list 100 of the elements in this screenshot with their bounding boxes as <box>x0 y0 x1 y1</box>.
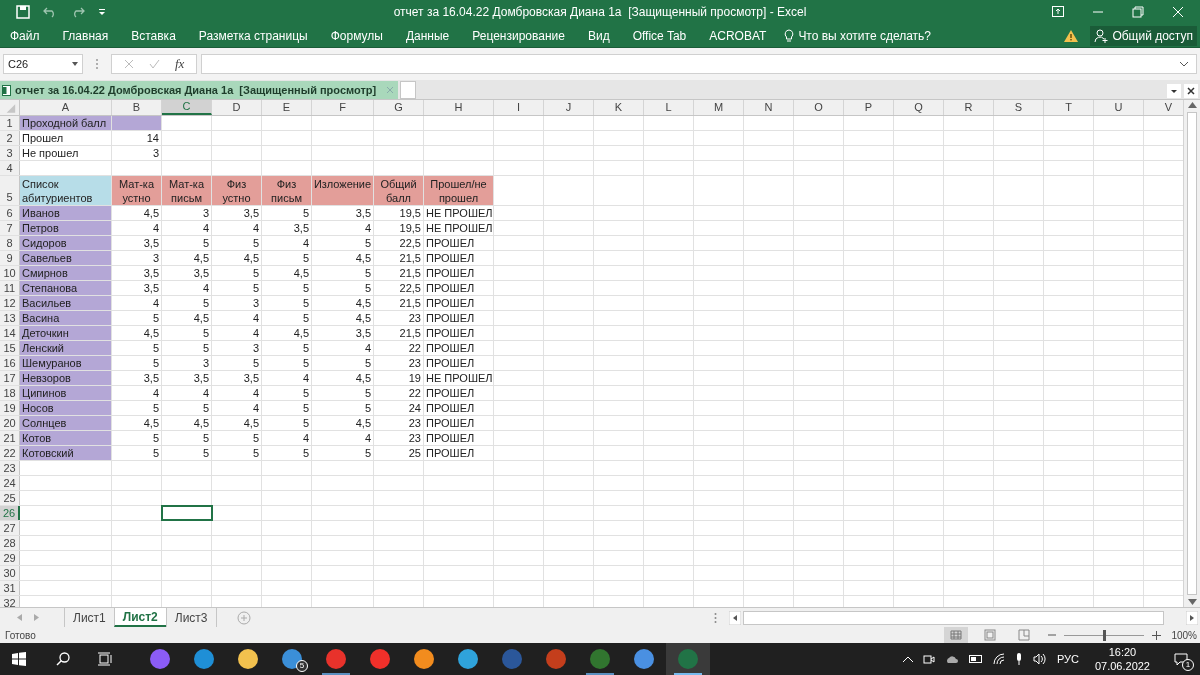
restore-icon[interactable] <box>1132 6 1144 18</box>
row-header[interactable]: 19 <box>0 401 20 415</box>
row-header[interactable]: 1 <box>0 116 20 130</box>
column-header[interactable]: C <box>162 100 212 115</box>
column-header[interactable]: F <box>312 100 374 115</box>
scrollbar-thumb[interactable] <box>1187 112 1197 595</box>
column-header[interactable]: P <box>844 100 894 115</box>
ribbon-tab[interactable]: Рецензирование <box>472 26 565 45</box>
insert-function-button[interactable]: fx <box>175 54 185 74</box>
row-header[interactable]: 29 <box>0 551 20 565</box>
scroll-right-icon[interactable] <box>1186 610 1198 625</box>
row-header[interactable]: 31 <box>0 581 20 595</box>
row-header[interactable]: 10 <box>0 266 20 280</box>
normal-view-icon[interactable] <box>944 627 969 643</box>
row-header[interactable]: 30 <box>0 566 20 580</box>
selected-cell[interactable] <box>162 506 212 520</box>
row-header[interactable]: 25 <box>0 491 20 505</box>
row-header[interactable]: 27 <box>0 521 20 535</box>
row-header[interactable]: 24 <box>0 476 20 490</box>
row-header[interactable]: 14 <box>0 326 20 340</box>
document-tab[interactable]: отчет за 16.04.22 Домбровская Диана 1а [Защищенный просмотр] <box>0 81 399 99</box>
column-header[interactable]: Q <box>894 100 944 115</box>
scrollbar-thumb[interactable] <box>743 610 1164 625</box>
row-header[interactable]: 20 <box>0 416 20 430</box>
clock-time[interactable]: 16:20 <box>1108 645 1137 659</box>
cloud-icon[interactable] <box>944 654 959 664</box>
ribbon-tab[interactable]: Вставка <box>131 26 176 45</box>
customize-icon[interactable] <box>98 8 106 16</box>
row-header[interactable]: 8 <box>0 236 20 250</box>
search-icon[interactable] <box>56 652 70 666</box>
column-header[interactable]: L <box>644 100 694 115</box>
column-header[interactable]: E <box>262 100 312 115</box>
row-header[interactable]: 21 <box>0 431 20 445</box>
row-header[interactable]: 4 <box>0 161 20 175</box>
row-header[interactable]: 28 <box>0 536 20 550</box>
clock-date[interactable]: 07.06.2022 <box>1094 659 1150 673</box>
dropdown-icon[interactable] <box>1167 84 1181 98</box>
row-header[interactable]: 22 <box>0 446 20 460</box>
ribbon-tab[interactable]: Формулы <box>330 26 383 45</box>
row-header[interactable]: 23 <box>0 461 20 475</box>
zoom-level[interactable]: 100% <box>1171 627 1200 643</box>
task-view-icon[interactable] <box>98 652 112 666</box>
row-header[interactable]: 17 <box>0 371 20 385</box>
row-header[interactable]: 26 <box>0 506 20 520</box>
column-header[interactable]: D <box>212 100 262 115</box>
wifi-icon[interactable] <box>992 653 1005 665</box>
ribbon-tab[interactable]: Главная <box>62 26 109 45</box>
notification-icon[interactable] <box>1174 652 1188 666</box>
share-button[interactable]: Общий доступ <box>1090 25 1197 46</box>
zoom-slider-thumb[interactable] <box>1103 629 1107 641</box>
row-header[interactable]: 15 <box>0 341 20 355</box>
ribbon-tab[interactable]: Разметка страницы <box>198 26 308 45</box>
row-header[interactable]: 12 <box>0 296 20 310</box>
chevron-up-icon[interactable] <box>902 656 913 662</box>
column-header[interactable]: U <box>1094 100 1144 115</box>
row-header[interactable]: 2 <box>0 131 20 145</box>
row-header[interactable]: 16 <box>0 356 20 370</box>
language-indicator[interactable]: РУС <box>1056 650 1079 668</box>
windows-start-icon[interactable] <box>12 652 26 666</box>
name-box[interactable]: C26 <box>3 54 83 74</box>
ribbon-tab[interactable]: ACROBAT <box>709 26 767 45</box>
row-header[interactable]: 9 <box>0 251 20 265</box>
taskbar-app-button[interactable] <box>666 643 710 675</box>
ribbon-tab[interactable]: Файл <box>10 26 40 45</box>
ribbon-tab[interactable]: Данные <box>405 26 450 45</box>
scroll-left-icon[interactable] <box>729 610 741 625</box>
microphone-icon[interactable] <box>1014 653 1023 665</box>
scroll-down-icon[interactable] <box>1187 599 1197 605</box>
sheet-tab[interactable]: Лист2 <box>113 608 166 627</box>
scroll-up-icon[interactable] <box>1187 102 1197 108</box>
column-header[interactable]: R <box>944 100 994 115</box>
column-header[interactable]: K <box>594 100 644 115</box>
ribbon-tab[interactable]: Office Tab <box>632 26 687 45</box>
column-header[interactable]: O <box>794 100 844 115</box>
column-header[interactable]: G <box>374 100 424 115</box>
column-header[interactable]: S <box>994 100 1044 115</box>
column-header[interactable]: T <box>1044 100 1094 115</box>
row-header[interactable]: 6 <box>0 206 20 220</box>
row-header[interactable]: 5 <box>0 176 20 205</box>
row-header[interactable]: 18 <box>0 386 20 400</box>
tell-me-field[interactable]: Что вы хотите сделать? <box>798 26 932 45</box>
battery-icon[interactable] <box>968 655 983 663</box>
zoom-in-icon[interactable] <box>1152 630 1162 640</box>
column-header[interactable]: A <box>20 100 112 115</box>
row-header[interactable]: 13 <box>0 311 20 325</box>
formula-field[interactable] <box>201 54 1197 74</box>
column-header[interactable]: J <box>544 100 594 115</box>
row-header[interactable]: 7 <box>0 221 20 235</box>
meet-icon[interactable] <box>922 653 935 665</box>
speaker-icon[interactable] <box>1032 653 1047 665</box>
row-header[interactable]: 3 <box>0 146 20 160</box>
row-header[interactable]: 11 <box>0 281 20 295</box>
column-header[interactable]: H <box>424 100 494 115</box>
ribbon-display-icon[interactable] <box>1052 6 1064 18</box>
save-icon[interactable] <box>16 5 30 19</box>
column-header[interactable]: N <box>744 100 794 115</box>
taskbar-app-button[interactable]: 5 <box>270 643 314 675</box>
column-header[interactable]: I <box>494 100 544 115</box>
close-icon[interactable] <box>1184 84 1198 98</box>
column-header[interactable]: M <box>694 100 744 115</box>
